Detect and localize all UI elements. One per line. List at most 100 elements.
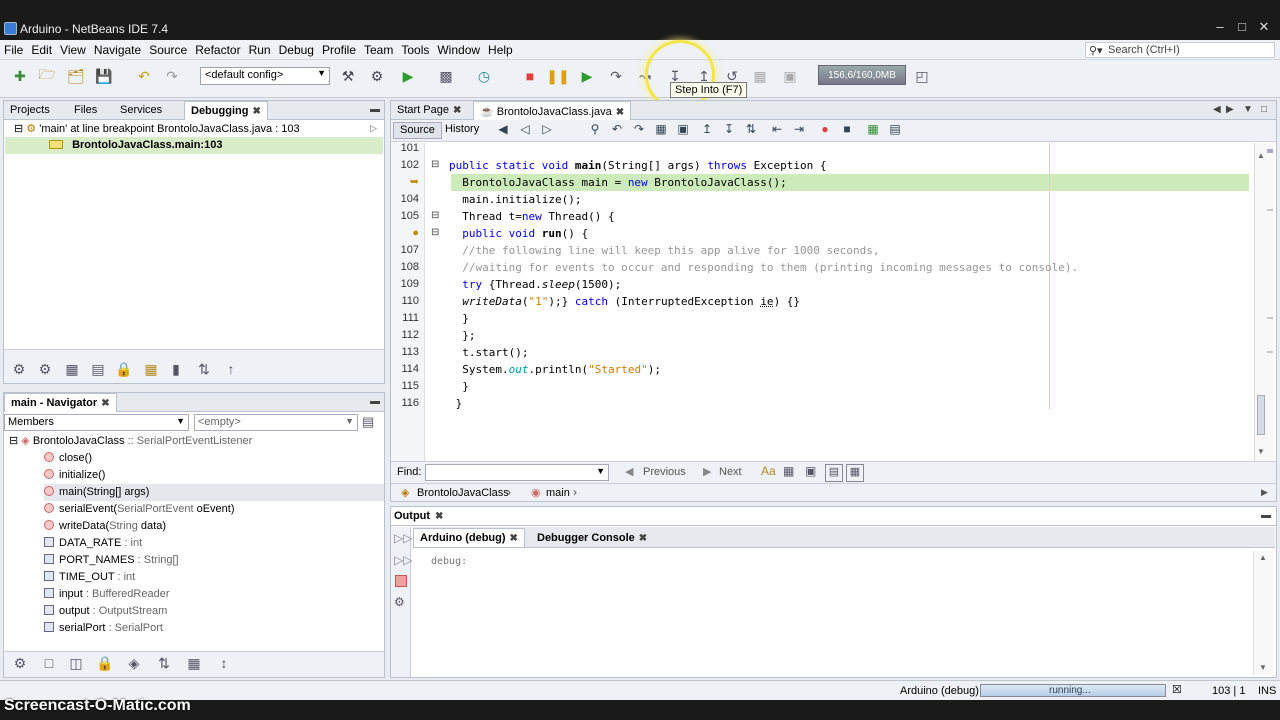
continue-icon[interactable]: ▶ — [577, 66, 597, 86]
tab-files[interactable]: Files — [68, 101, 103, 120]
profile-icon[interactable]: ◷ — [474, 66, 494, 86]
filter-select[interactable]: <empty> ▼ — [194, 414, 358, 431]
start-macro-icon[interactable]: ● — [815, 122, 835, 140]
cancel-icon[interactable]: ☒ — [1172, 683, 1182, 696]
sort-by-name-icon[interactable]: ⇅ — [154, 653, 174, 673]
find-input[interactable]: ▼ — [425, 464, 609, 481]
member-item[interactable]: writeData(String data) — [44, 518, 384, 535]
tab-debugging[interactable]: Debugging ✖ — [184, 101, 268, 120]
sort-by-source-icon[interactable]: ▦ — [184, 653, 204, 673]
member-item[interactable]: TIME_OUT : int — [44, 569, 384, 586]
close-icon[interactable]: ✖ — [639, 533, 647, 544]
lock-icon[interactable]: 🔒 — [114, 359, 134, 379]
save-all-icon[interactable]: 💾 — [94, 66, 114, 86]
class-node[interactable]: ⊟ ◈ BrontoloJavaClass :: SerialPortEvent… — [9, 433, 252, 450]
menu-view[interactable]: View — [56, 40, 90, 57]
debug-project-icon[interactable]: ▩ — [436, 66, 456, 86]
scroll-down-icon[interactable]: ▼ — [1257, 447, 1265, 456]
build-icon[interactable]: ⚒ — [338, 66, 358, 86]
last-edit-icon[interactable]: ◀ — [493, 122, 513, 140]
menu-source[interactable]: Source — [145, 40, 191, 57]
member-item[interactable]: input : BufferedReader — [44, 586, 384, 603]
call-stack-row[interactable]: BrontoloJavaClass.main:103 — [5, 137, 383, 154]
menu-file[interactable]: File — [0, 40, 27, 57]
close-icon[interactable]: ✖ — [252, 106, 260, 117]
step-over-icon[interactable]: ↷ — [606, 66, 626, 86]
scroll-up-icon[interactable]: ▲ — [1259, 553, 1267, 562]
settings-icon[interactable]: ⚙ — [394, 595, 405, 609]
close-icon[interactable]: ✖ — [453, 105, 461, 116]
scroll-right-icon[interactable]: ▶ — [1261, 487, 1268, 498]
member-item[interactable]: output : OutputStream — [44, 603, 384, 620]
collapse-icon[interactable]: ⊟ — [9, 435, 18, 447]
find-next-icon[interactable]: ↷ — [629, 122, 649, 140]
member-item[interactable]: initialize() — [44, 467, 384, 484]
find-selection-icon[interactable]: ▦ — [651, 122, 671, 140]
shift-right-icon[interactable]: ⇥ — [789, 122, 809, 140]
clean-build-icon[interactable]: ⚙ — [367, 66, 387, 86]
find-prev-icon[interactable]: ↶ — [607, 122, 627, 140]
member-item[interactable]: main(String[] args) — [44, 484, 384, 501]
minimize-icon[interactable]: ▬ — [1261, 510, 1271, 521]
sessions-view-icon[interactable]: ⚙ — [35, 359, 55, 379]
filter-local-icon[interactable]: ◈ — [124, 653, 144, 673]
output-scrollbar[interactable]: ▲ ▼ — [1253, 551, 1273, 675]
tab-list-icon[interactable]: ▼ — [1243, 104, 1253, 115]
menu-help[interactable]: Help — [484, 40, 517, 57]
minimize-icon[interactable]: – — [1210, 18, 1230, 36]
close-icon[interactable]: ✕ — [1254, 18, 1274, 36]
member-item[interactable]: DATA_RATE : int — [44, 535, 384, 552]
wrap-around-icon[interactable]: ▦ — [846, 464, 864, 482]
toggle-highlight-icon[interactable]: ▣ — [673, 122, 693, 140]
maximize-icon[interactable]: □ — [1261, 104, 1267, 115]
previous-button[interactable]: Previous — [643, 466, 686, 478]
tab-start-page[interactable]: Start Page ✖ — [391, 101, 467, 120]
take-snapshot-icon[interactable]: ▣ — [780, 66, 800, 86]
suspend-icon[interactable]: ▮ — [166, 359, 186, 379]
fqn-icon[interactable]: ↕ — [214, 653, 234, 673]
tab-debugger-console[interactable]: Debugger Console ✖ — [531, 529, 653, 548]
menu-tools[interactable]: Tools — [397, 40, 433, 57]
show-less-icon[interactable]: ▦ — [62, 359, 82, 379]
comment-icon[interactable]: ▦ — [863, 122, 883, 140]
filter-static-icon[interactable]: ◫ — [66, 653, 86, 673]
navigator-options-icon[interactable]: ▤ — [362, 414, 374, 430]
finish-debug-icon[interactable]: ■ — [520, 66, 540, 86]
whole-words-icon[interactable]: ▦ — [783, 464, 794, 478]
tab-services[interactable]: Services — [114, 101, 168, 120]
rerun-icon[interactable]: ▷▷ — [394, 531, 412, 545]
history-tab[interactable]: History — [441, 122, 483, 139]
scrollbar-thumb[interactable] — [1257, 395, 1265, 435]
menu-team[interactable]: Team — [360, 40, 397, 57]
member-item[interactable]: serialPort : SerialPort — [44, 620, 384, 637]
output-title[interactable]: Output — [394, 510, 430, 522]
filter-inherited-icon[interactable]: ⚙ — [10, 653, 30, 673]
close-icon[interactable]: ✖ — [510, 533, 518, 544]
uncomment-icon[interactable]: ▤ — [885, 122, 905, 140]
search-input[interactable]: ⚲▾ Search (Ctrl+I) — [1085, 42, 1275, 58]
tab-brontolo-java[interactable]: ☕ BrontoloJavaClass.java ✖ — [473, 101, 632, 120]
rerun-with-args-icon[interactable]: ▷▷ — [394, 553, 412, 567]
breadcrumb-class[interactable]: BrontoloJavaClass — [417, 487, 509, 499]
forward-icon[interactable]: ▷ — [537, 122, 557, 140]
thread-row[interactable]: ⊟ ⚙ 'main' at line breakpoint BrontoloJa… — [14, 121, 300, 138]
menu-profile[interactable]: Profile — [318, 40, 360, 57]
fold-icon[interactable]: ⊟ — [431, 159, 439, 170]
close-icon[interactable]: ✖ — [101, 398, 109, 409]
tab-navigator[interactable]: main - Navigator ✖ — [4, 393, 117, 412]
regex-icon[interactable]: ▣ — [805, 464, 816, 478]
next-bookmark-icon[interactable]: ↧ — [719, 122, 739, 140]
code-area[interactable]: public static void main(String[] args) t… — [449, 140, 1249, 412]
members-select[interactable]: Members ▼ — [4, 414, 189, 431]
source-tab[interactable]: Source — [393, 122, 442, 139]
chevron-right-icon[interactable]: ▷ — [370, 123, 377, 134]
config-select[interactable]: <default config> ▼ — [200, 67, 330, 85]
open-project-icon[interactable]: 🗂 — [66, 66, 86, 86]
stop-macro-icon[interactable]: ■ — [837, 122, 857, 140]
highlight-results-icon[interactable]: ▤ — [825, 464, 843, 482]
scroll-up-icon[interactable]: ▲ — [1257, 151, 1265, 160]
hint-bulb-icon[interactable]: ● — [391, 225, 419, 242]
run-icon[interactable]: ▶ — [398, 66, 418, 86]
scroll-left-icon[interactable]: ◀ — [1213, 104, 1221, 115]
back-icon[interactable]: ◁ — [515, 122, 535, 140]
